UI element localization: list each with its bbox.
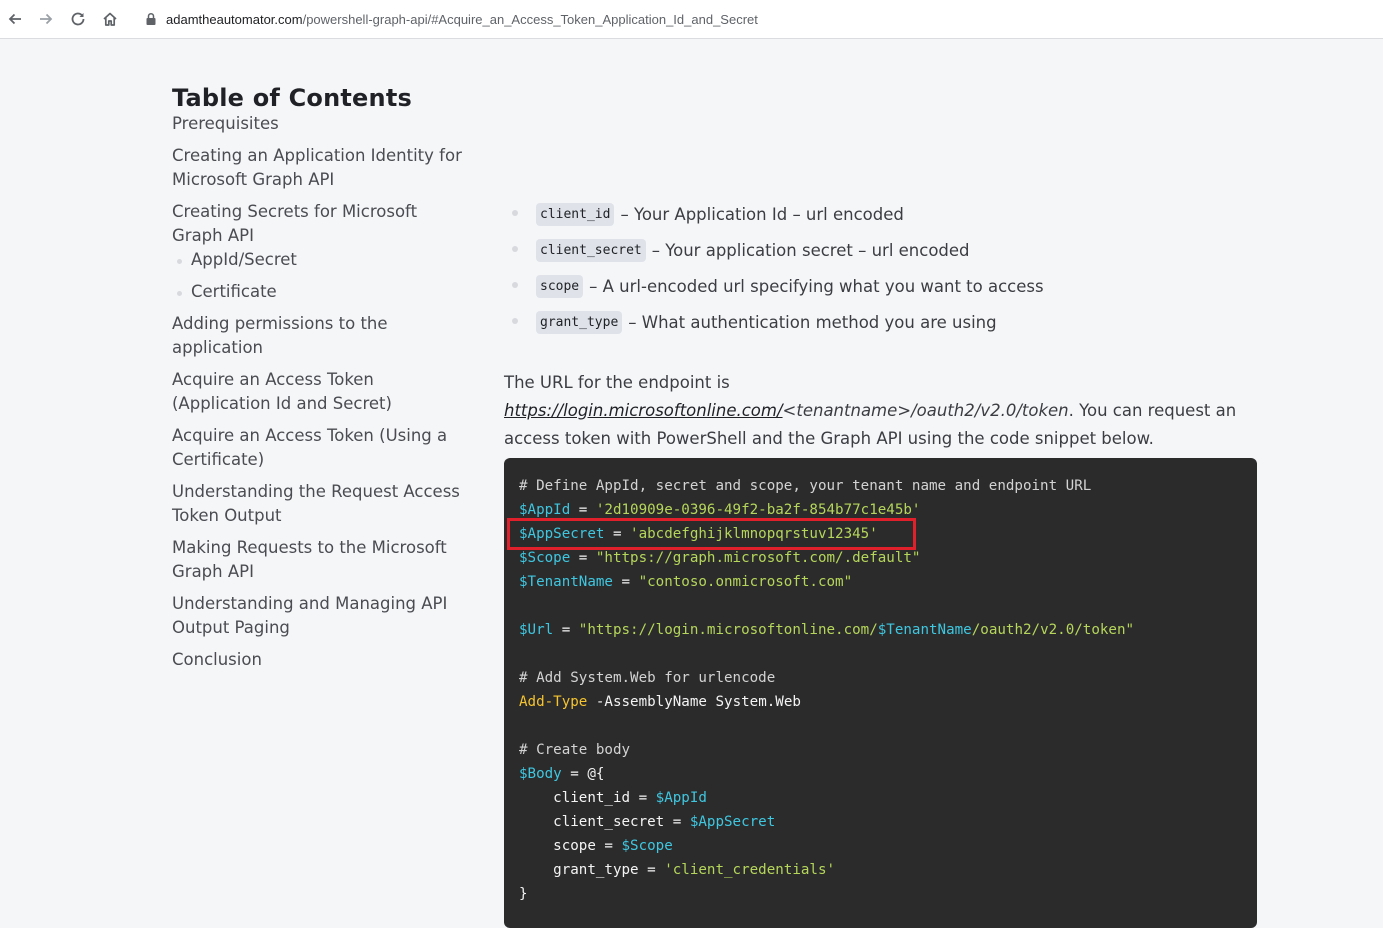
toc-link-conclusion[interactable]: Conclusion <box>172 648 472 672</box>
code-op: } <box>519 886 528 902</box>
toc-link-creating-secrets[interactable]: Creating Secrets for Microsoft Graph API <box>172 200 472 248</box>
code-key: client_secret <box>553 814 665 830</box>
list-item: client_secret – Your application secret –… <box>504 232 1264 268</box>
toc-link-prerequisites[interactable]: Prerequisites <box>172 112 472 136</box>
forward-icon <box>40 13 53 25</box>
param-description: – Your Application Id – url encoded <box>620 204 904 224</box>
param-description: – Your application secret – url encoded <box>651 240 970 260</box>
code-var: $AppId <box>655 790 707 806</box>
toc-title: Table of Contents <box>172 84 412 112</box>
toc-link-certificate[interactable]: Certificate <box>172 280 472 304</box>
code-comment: # Add System.Web for urlencode <box>519 670 776 686</box>
forward-button[interactable] <box>33 6 59 32</box>
lock-icon <box>146 12 156 25</box>
code-comment: # Create body <box>519 742 631 758</box>
toc-link-understanding-output[interactable]: Understanding the Request Access Token O… <box>172 480 472 528</box>
toc-sub-group: AppId/Secret Certificate <box>172 248 472 304</box>
inline-code: client_secret <box>536 238 646 262</box>
reload-icon <box>71 12 85 26</box>
url-path: /powershell-graph-api/#Acquire_an_Access… <box>302 11 758 27</box>
code-var: $TenantName <box>877 622 972 638</box>
code-string: "contoso.onmicrosoft.com" <box>638 574 853 590</box>
inline-code: scope <box>536 274 584 298</box>
code-string: 'client_credentials' <box>664 862 836 878</box>
param-description: – A url-encoded url specifying what you … <box>589 276 1044 296</box>
article-content: client_id – Your Application Id – url enc… <box>504 196 1264 448</box>
endpoint-link[interactable]: https://login.microsoftonline.com/ <box>504 401 783 420</box>
code-var: $AppId <box>519 502 571 518</box>
endpoint-paragraph: The URL for the endpoint is https://login… <box>504 369 1244 453</box>
toc-link-paging[interactable]: Understanding and Managing API Output Pa… <box>172 592 472 640</box>
code-key: scope <box>553 838 596 854</box>
toc-link-access-token-certificate[interactable]: Acquire an Access Token (Using a Certifi… <box>172 424 472 472</box>
code-key: client_id <box>553 790 631 806</box>
toc-link-appid-secret[interactable]: AppId/Secret <box>172 248 472 272</box>
param-list: client_id – Your Application Id – url enc… <box>504 196 1264 340</box>
table-of-contents: Table of Contents Prerequisites Creating… <box>172 84 472 680</box>
param-description: – What authentication method you are usi… <box>628 312 997 332</box>
code-string: "https://login.microsoftonline.com/ <box>578 622 878 638</box>
toc-link-access-token-secret[interactable]: Acquire an Access Token (Application Id … <box>172 368 472 416</box>
tab-strip-edge <box>0 0 1383 2</box>
list-item: client_id – Your Application Id – url enc… <box>504 196 1264 232</box>
tenant-placeholder: <tenantname> <box>782 400 912 420</box>
code-arg: System.Web <box>715 694 801 710</box>
code-command: Add-Type <box>519 694 588 710</box>
inline-code: grant_type <box>536 310 623 334</box>
paragraph-lead: The URL for the endpoint is <box>504 372 730 392</box>
code-var: $TenantName <box>519 574 613 590</box>
list-item: scope – A url-encoded url specifying what… <box>504 268 1264 304</box>
code-op: @{ <box>587 766 605 782</box>
code-string: '2d10909e-0396-49f2-ba2f-854b77c1e45b' <box>595 502 921 518</box>
code-string: /oauth2/v2.0/token" <box>971 622 1135 638</box>
address-bar[interactable]: adamtheautomator.com/powershell-graph-ap… <box>134 4 1379 34</box>
toc-link-adding-permissions[interactable]: Adding permissions to the application <box>172 312 472 360</box>
home-icon <box>103 12 117 26</box>
code-var: $Scope <box>621 838 673 854</box>
inline-code: client_id <box>536 202 615 226</box>
back-button[interactable] <box>2 6 28 32</box>
code-key: grant_type <box>553 862 639 878</box>
code-string: "https://graph.microsoft.com/.default" <box>595 550 921 566</box>
code-comment: # Define AppId, secret and scope, your t… <box>519 478 1092 494</box>
code-var: $AppSecret <box>689 814 776 830</box>
back-icon <box>8 13 21 25</box>
code-param: -AssemblyName <box>595 694 707 710</box>
toc-link-label[interactable]: Creating Secrets for Microsoft Graph API <box>172 202 417 245</box>
code-var: $Url <box>519 622 554 638</box>
browser-toolbar: adamtheautomator.com/powershell-graph-ap… <box>0 0 1383 39</box>
endpoint-path: /oauth2/v2.0/token <box>911 400 1069 420</box>
reload-button[interactable] <box>65 6 91 32</box>
list-item: grant_type – What authentication method y… <box>504 304 1264 340</box>
toc-link-making-requests[interactable]: Making Requests to the Microsoft Graph A… <box>172 536 472 584</box>
secret-highlight-box <box>507 518 916 550</box>
code-var: $Body <box>519 766 562 782</box>
code-var: $Scope <box>519 550 571 566</box>
home-button[interactable] <box>97 6 123 32</box>
url-host: adamtheautomator.com <box>166 11 303 27</box>
toc-link-creating-app-identity[interactable]: Creating an Application Identity for Mic… <box>172 144 472 192</box>
